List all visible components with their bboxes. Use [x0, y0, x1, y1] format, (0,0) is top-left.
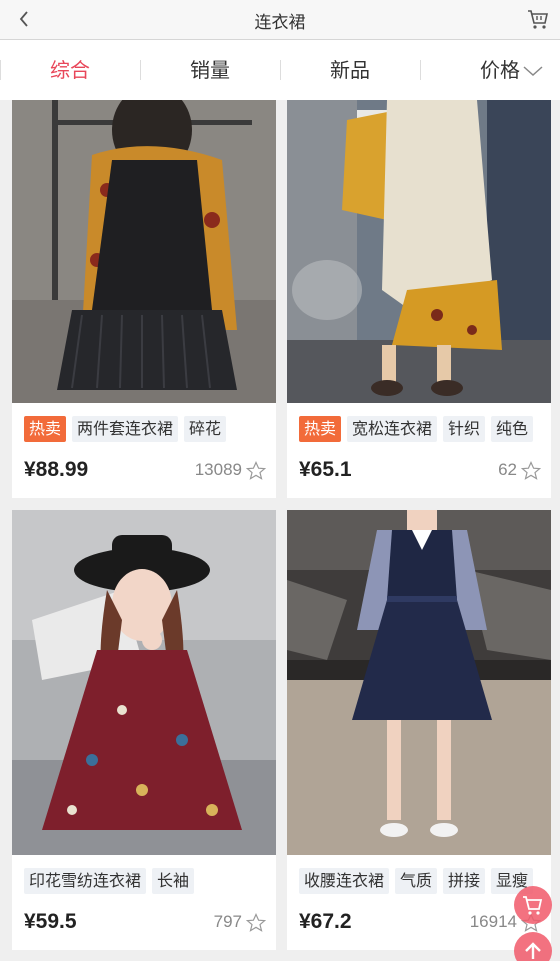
- sort-tab-sales[interactable]: 销量: [140, 40, 280, 100]
- product-image[interactable]: [12, 510, 276, 855]
- product-price: ¥67.2: [299, 910, 352, 933]
- product-price: ¥88.99: [24, 458, 89, 481]
- product-card[interactable]: 热卖 两件套连衣裙 碎花 ¥88.99 13089: [12, 100, 276, 498]
- product-image[interactable]: [12, 100, 276, 403]
- tag: 针织: [443, 416, 486, 442]
- product-price: ¥59.5: [24, 910, 77, 933]
- product-image[interactable]: [287, 510, 551, 855]
- product-card[interactable]: 热卖 宽松连衣裙 针织 纯色 ¥65.1 62: [287, 100, 551, 498]
- product-card[interactable]: 收腰连衣裙 气质 拼接 显瘦 ¥67.2 16914: [287, 510, 551, 950]
- tag: 两件套连衣裙: [72, 416, 179, 442]
- product-grid: 热卖 两件套连衣裙 碎花 ¥88.99 13089 热卖 宽松连衣裙 针织 纯色…: [0, 100, 560, 961]
- tag: 宽松连衣裙: [347, 416, 438, 442]
- hot-tag: 热卖: [24, 416, 67, 442]
- product-tags: 热卖 两件套连衣裙 碎花: [24, 416, 227, 442]
- floating-cart-button[interactable]: [514, 886, 552, 924]
- sales-count: 62: [498, 460, 517, 479]
- chevron-down-icon[interactable]: [522, 64, 544, 78]
- star-icon[interactable]: [521, 461, 541, 481]
- sales-count: 797: [213, 912, 242, 931]
- product-tags: 热卖 宽松连衣裙 针织 纯色: [299, 416, 534, 442]
- hot-tag: 热卖: [299, 416, 342, 442]
- cart-icon: [523, 896, 543, 915]
- tag: 长袖: [152, 868, 195, 894]
- star-icon[interactable]: [246, 913, 266, 933]
- sort-tab-comprehensive[interactable]: 综合: [0, 40, 140, 100]
- product-price: ¥65.1: [299, 458, 352, 481]
- sort-tab-price[interactable]: 价格: [420, 40, 520, 100]
- sort-tab-new[interactable]: 新品: [280, 40, 420, 100]
- tag: 纯色: [491, 416, 534, 442]
- product-image[interactable]: [287, 100, 551, 403]
- sales-count: 13089: [194, 460, 242, 479]
- product-tags: 印花雪纺连衣裙 长袖: [24, 868, 195, 894]
- cart-icon[interactable]: [526, 6, 550, 32]
- tag: 气质: [395, 868, 438, 894]
- arrow-up-icon: [525, 942, 541, 959]
- tag: 碎花: [184, 416, 227, 442]
- page-title: 连衣裙: [254, 13, 306, 33]
- sales-count: 16914: [469, 912, 517, 931]
- product-card[interactable]: 印花雪纺连衣裙 长袖 ¥59.5 797: [12, 510, 276, 950]
- star-icon[interactable]: [246, 461, 266, 481]
- tag: 收腰连衣裙: [299, 868, 390, 894]
- top-navigation-bar: 连衣裙: [0, 0, 560, 40]
- product-tags: 收腰连衣裙 气质 拼接 显瘦: [299, 868, 534, 894]
- tag: 拼接: [443, 868, 486, 894]
- sort-bar: 综合 销量 新品 价格: [0, 40, 560, 100]
- tag: 印花雪纺连衣裙: [24, 868, 147, 894]
- sort-divider: [0, 60, 1, 80]
